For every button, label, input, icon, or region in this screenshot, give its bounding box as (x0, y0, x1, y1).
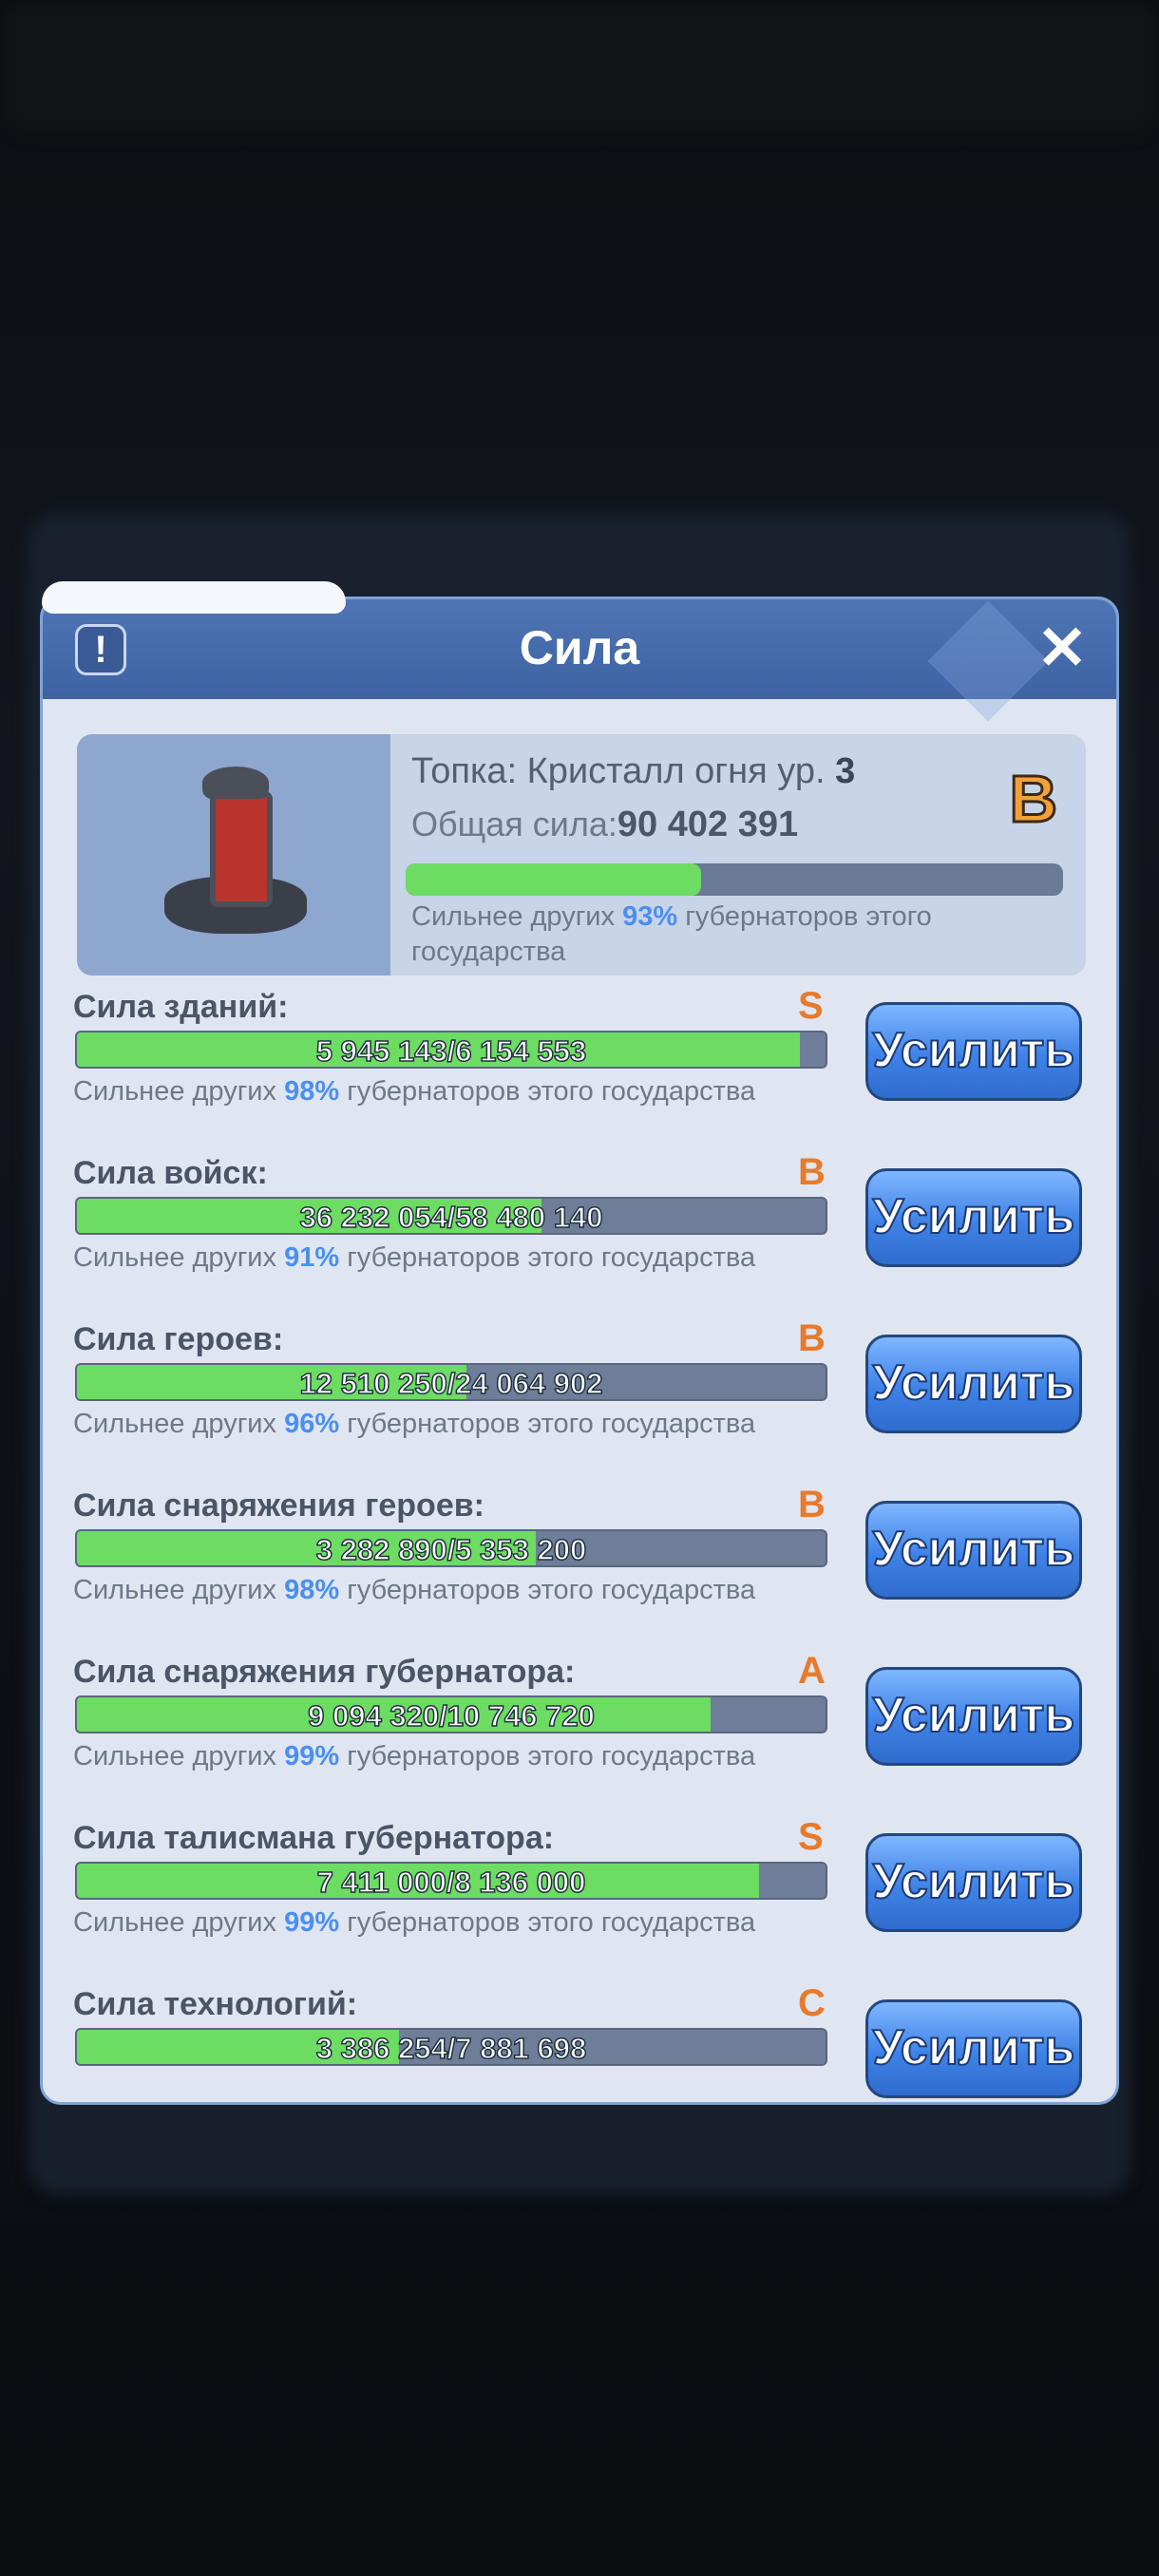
row-grade: B (798, 1151, 826, 1193)
row-grade: S (798, 1816, 824, 1858)
row-note-before: Сильнее других (73, 1076, 277, 1107)
row-note-after: губернаторов этого государства (347, 1242, 756, 1273)
power-row: Сила войск: B 36 232 054/58 480 140 Сильнее… (43, 1151, 1116, 1322)
dialog-title: Сила (519, 621, 640, 674)
row-note-before: Сильнее других (73, 1242, 277, 1273)
row-label: Сила снаряжения губернатора: (73, 1654, 576, 1690)
building-title: Топка: Кристалл огня ур. 3 (411, 751, 855, 792)
row-note-after: губернаторов этого государства (347, 1409, 756, 1439)
building-thumbnail (77, 734, 390, 975)
row-grade: B (798, 1317, 826, 1359)
row-value: 12 510 250/24 064 902 (299, 1366, 603, 1400)
power-row: Сила героев: B 12 510 250/24 064 902 Сильне… (43, 1317, 1116, 1488)
row-progress-bar: 12 510 250/24 064 902 (75, 1363, 827, 1401)
row-note-before: Сильнее других (73, 1575, 277, 1605)
row-progress-bar: 7 411 000/8 136 000 (75, 1862, 827, 1900)
row-percent: 91% (284, 1242, 340, 1273)
row-note-after: губернаторов этого государства (347, 1741, 756, 1771)
row-grade: A (798, 1650, 826, 1692)
total-power-label: Общая сила: (411, 805, 618, 843)
row-note: Сильнее других 98% губернаторов этого го… (73, 1575, 755, 1606)
summary-progress-fill (406, 863, 702, 896)
row-note: Сильнее других 91% губернаторов этого го… (73, 1242, 755, 1274)
row-label: Сила героев: (73, 1321, 284, 1357)
boost-button[interactable]: Усилить (865, 1168, 1082, 1267)
row-grade: B (798, 1484, 826, 1525)
boost-button[interactable]: Усилить (865, 1501, 1082, 1600)
total-power: Общая сила:90 402 391 (411, 805, 798, 845)
summary-percent: 93% (622, 901, 678, 932)
row-progress-bar: 3 386 254/7 881 698 (75, 2028, 827, 2066)
row-percent: 99% (284, 1907, 340, 1938)
boost-button[interactable]: Усилить (865, 1667, 1082, 1766)
tower-body-shape (210, 791, 273, 907)
power-row: Сила снаряжения губернатора: A 9 094 320/1… (43, 1650, 1116, 1821)
boost-button[interactable]: Усилить (865, 1002, 1082, 1101)
row-value: 36 232 054/58 480 140 (299, 1200, 603, 1234)
row-note-after: губернаторов этого государства (347, 1575, 756, 1605)
tower-top-shape (202, 767, 269, 799)
row-value: 5 945 143/6 154 553 (315, 1033, 587, 1068)
power-row: Сила талисмана губернатора: S 7 411 000/8 … (43, 1816, 1116, 1987)
building-title-text: Топка: Кристалл огня ур. (411, 751, 826, 791)
dialog-header: ! Сила ✕ (43, 599, 1116, 722)
row-label: Сила талисмана губернатора: (73, 1820, 555, 1856)
summary-grade: B (1008, 761, 1059, 838)
row-label: Сила войск: (73, 1155, 268, 1191)
row-grade: S (798, 985, 824, 1027)
row-progress-bar: 36 232 054/58 480 140 (75, 1197, 827, 1235)
row-progress-bar: 5 945 143/6 154 553 (75, 1031, 827, 1069)
row-percent: 98% (284, 1575, 340, 1605)
row-note-before: Сильнее других (73, 1409, 277, 1439)
row-value: 9 094 320/10 746 720 (307, 1698, 595, 1733)
row-progress-bar: 3 282 890/5 353 200 (75, 1529, 827, 1567)
background-top (0, 0, 1159, 133)
row-note: Сильнее других 99% губернаторов этого го… (73, 1907, 755, 1939)
row-label: Сила зданий: (73, 989, 289, 1025)
row-progress-bar: 9 094 320/10 746 720 (75, 1695, 827, 1733)
row-percent: 98% (284, 1076, 340, 1107)
boost-button[interactable]: Усилить (865, 1335, 1082, 1433)
row-note-before: Сильнее других (73, 1741, 277, 1771)
row-note-after: губернаторов этого государства (347, 1076, 756, 1107)
summary-note-before: Сильнее других (411, 901, 616, 932)
row-note: Сильнее других 96% губернаторов этого го… (73, 1409, 755, 1440)
row-note-after: губернаторов этого государства (347, 1907, 756, 1938)
row-note: Сильнее других 99% губернаторов этого го… (73, 1741, 755, 1772)
row-note: Сильнее других 98% губернаторов этого го… (73, 1076, 755, 1108)
row-value: 7 411 000/8 136 000 (316, 1865, 586, 1899)
boost-button[interactable]: Усилить (865, 1833, 1082, 1932)
row-grade: C (798, 1982, 826, 2024)
summary-note: Сильнее других 93% губернаторов этого го… (411, 900, 1019, 970)
summary-progress-bar (406, 863, 1063, 896)
boost-button[interactable]: Усилить (865, 1999, 1082, 2098)
row-label: Сила технологий: (73, 1986, 358, 2022)
power-row: Сила технологий: C 3 386 254/7 881 698 Усил… (43, 1982, 1116, 2102)
building-summary: Топка: Кристалл огня ур. 3 Общая сила:90… (77, 734, 1086, 975)
row-percent: 96% (284, 1409, 340, 1439)
power-row: Сила снаряжения героев: B 3 282 890/5 353 … (43, 1484, 1116, 1655)
row-note-before: Сильнее других (73, 1907, 277, 1938)
row-value: 3 386 254/7 881 698 (315, 2031, 587, 2065)
building-level: 3 (835, 751, 856, 791)
close-icon[interactable]: ✕ (1031, 616, 1093, 679)
total-power-value: 90 402 391 (617, 805, 799, 844)
row-percent: 99% (284, 1741, 340, 1771)
power-dialog: ! Сила ✕ Топка: Кристалл огня ур. 3 Обща… (40, 597, 1119, 2105)
row-label: Сила снаряжения героев: (73, 1487, 484, 1524)
power-row: Сила зданий: S 5 945 143/6 154 553 Сильнее … (43, 985, 1116, 1156)
row-value: 3 282 890/5 353 200 (315, 1532, 587, 1566)
snow-decoration (42, 581, 346, 614)
